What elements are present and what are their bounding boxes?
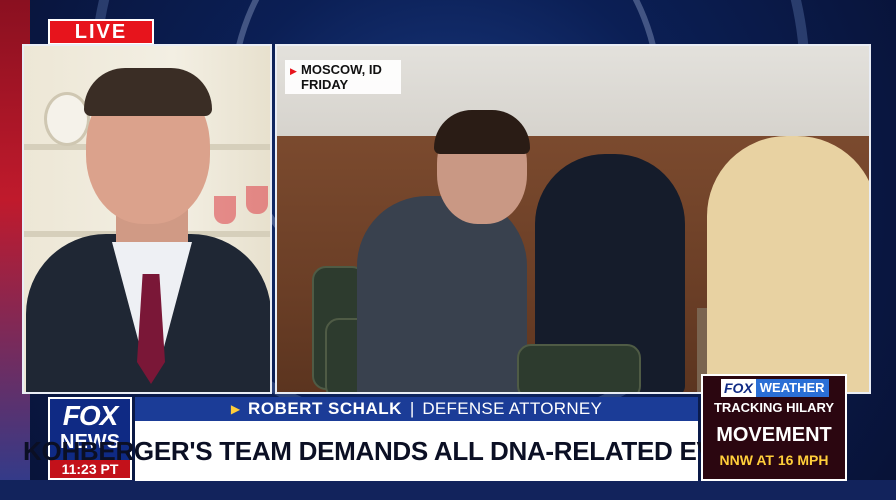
fox-weather-logo: FOX WEATHER	[721, 379, 833, 397]
guest-video-feed	[22, 44, 272, 394]
decorative-glass	[246, 186, 268, 214]
weather-headline: TRACKING HILARY	[713, 400, 835, 415]
weather-subheadline: MOVEMENT	[716, 424, 832, 446]
location-day: FRIDAY	[301, 77, 349, 92]
guest-title: DEFENSE ATTORNEY	[422, 399, 603, 418]
play-arrow-icon: ▶	[230, 402, 241, 416]
fox-weather-logo-weather: WEATHER	[755, 379, 829, 397]
fox-weather-logo-fox: FOX	[721, 379, 756, 397]
guest-name: ROBERT SCHALK	[248, 399, 402, 418]
headline-text: KOHBERGER'S TEAM DEMANDS ALL DNA-RELATED…	[23, 435, 810, 466]
location-tag: ▶ MOSCOW, ID FRIDAY	[285, 60, 401, 94]
weather-direction: NNW AT 16 MPH	[719, 452, 829, 468]
decorative-plate	[44, 92, 90, 146]
headline-bar: KOHBERGER'S TEAM DEMANDS ALL DNA-RELATED…	[23, 421, 810, 481]
studio-bottom-band	[0, 480, 896, 500]
location-city: MOSCOW, ID	[301, 62, 382, 77]
decorative-glass	[214, 196, 236, 224]
courtroom-video-feed: ▶ MOSCOW, ID FRIDAY	[275, 44, 871, 394]
guest-name-bar: ▶ ROBERT SCHALK | DEFENSE ATTORNEY	[135, 397, 698, 421]
guest-hair	[84, 68, 212, 116]
attorney-hair	[707, 136, 869, 392]
play-arrow-icon: ▶	[290, 66, 297, 76]
logo-fox-word: FOX	[62, 400, 119, 431]
live-label: LIVE	[74, 20, 128, 43]
weather-alert-box: FOX WEATHER TRACKING HILARY MOVEMENT NNW…	[701, 374, 847, 481]
live-badge: LIVE	[48, 19, 154, 45]
name-separator: |	[409, 399, 415, 418]
courtroom-chair	[517, 344, 641, 392]
defendant-body	[357, 196, 527, 392]
